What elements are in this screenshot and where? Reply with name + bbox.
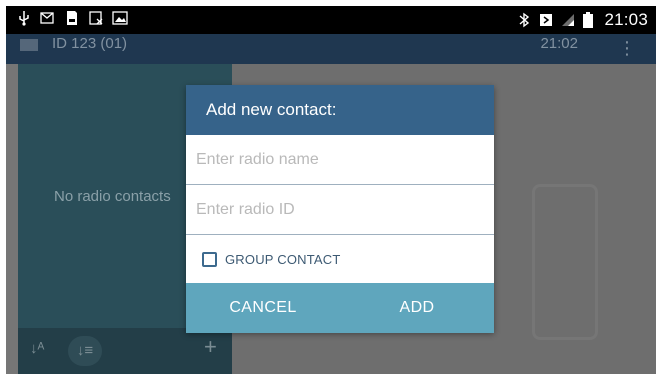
cancel-button[interactable]: CANCEL [186, 299, 340, 317]
empty-contacts-text: No radio contacts [54, 188, 171, 205]
overflow-menu-icon[interactable]: ⋮ [618, 38, 636, 59]
battery-icon [582, 12, 598, 28]
status-clock: 21:03 [604, 10, 648, 29]
sort-alpha-icon[interactable]: ↓ᴬ [30, 340, 44, 357]
status-left-icons [16, 10, 128, 26]
group-contact-row[interactable]: GROUP CONTACT [186, 235, 494, 283]
dialog-title: Add new contact: [186, 85, 494, 135]
status-bar: 21:03 [6, 6, 656, 34]
signal-icon [560, 12, 576, 28]
group-contact-checkbox[interactable] [202, 251, 217, 267]
no-sim-icon [88, 10, 104, 26]
app-bar-title: ID 123 (01) [52, 35, 128, 52]
bluetooth-icon [516, 12, 532, 28]
radio-id-input[interactable] [186, 185, 494, 234]
sort-numeric-icon[interactable]: ↓≡ [68, 336, 102, 366]
group-contact-label: GROUP CONTACT [225, 251, 341, 267]
app-bar: ID 123 (01) 21:02 ⋮ [6, 34, 656, 64]
contacts-toolbar: ↓ᴬ ↓≡ + [18, 328, 232, 374]
add-contact-dialog: Add new contact: GROUP CONTACT CANCEL AD… [186, 85, 494, 333]
phone-screen: 21:03 ID 123 (01) 21:02 ⋮ No radio conta… [6, 6, 656, 374]
radio-device-illustration [532, 184, 598, 340]
dialog-button-bar: CANCEL ADD [186, 283, 494, 333]
sd-card-icon [64, 10, 80, 26]
nfc-icon [538, 12, 554, 28]
radio-id-field-row [186, 185, 494, 235]
app-bar-time: 21:02 [540, 35, 578, 52]
radio-name-input[interactable] [186, 135, 494, 184]
image-icon [112, 10, 128, 26]
add-button[interactable]: ADD [340, 299, 494, 317]
status-right-icons: 21:03 [516, 10, 648, 30]
radio-icon [20, 39, 38, 51]
radio-name-field-row [186, 135, 494, 185]
usb-icon [16, 10, 32, 26]
add-icon[interactable]: + [204, 334, 217, 360]
mail-icon [40, 10, 56, 26]
